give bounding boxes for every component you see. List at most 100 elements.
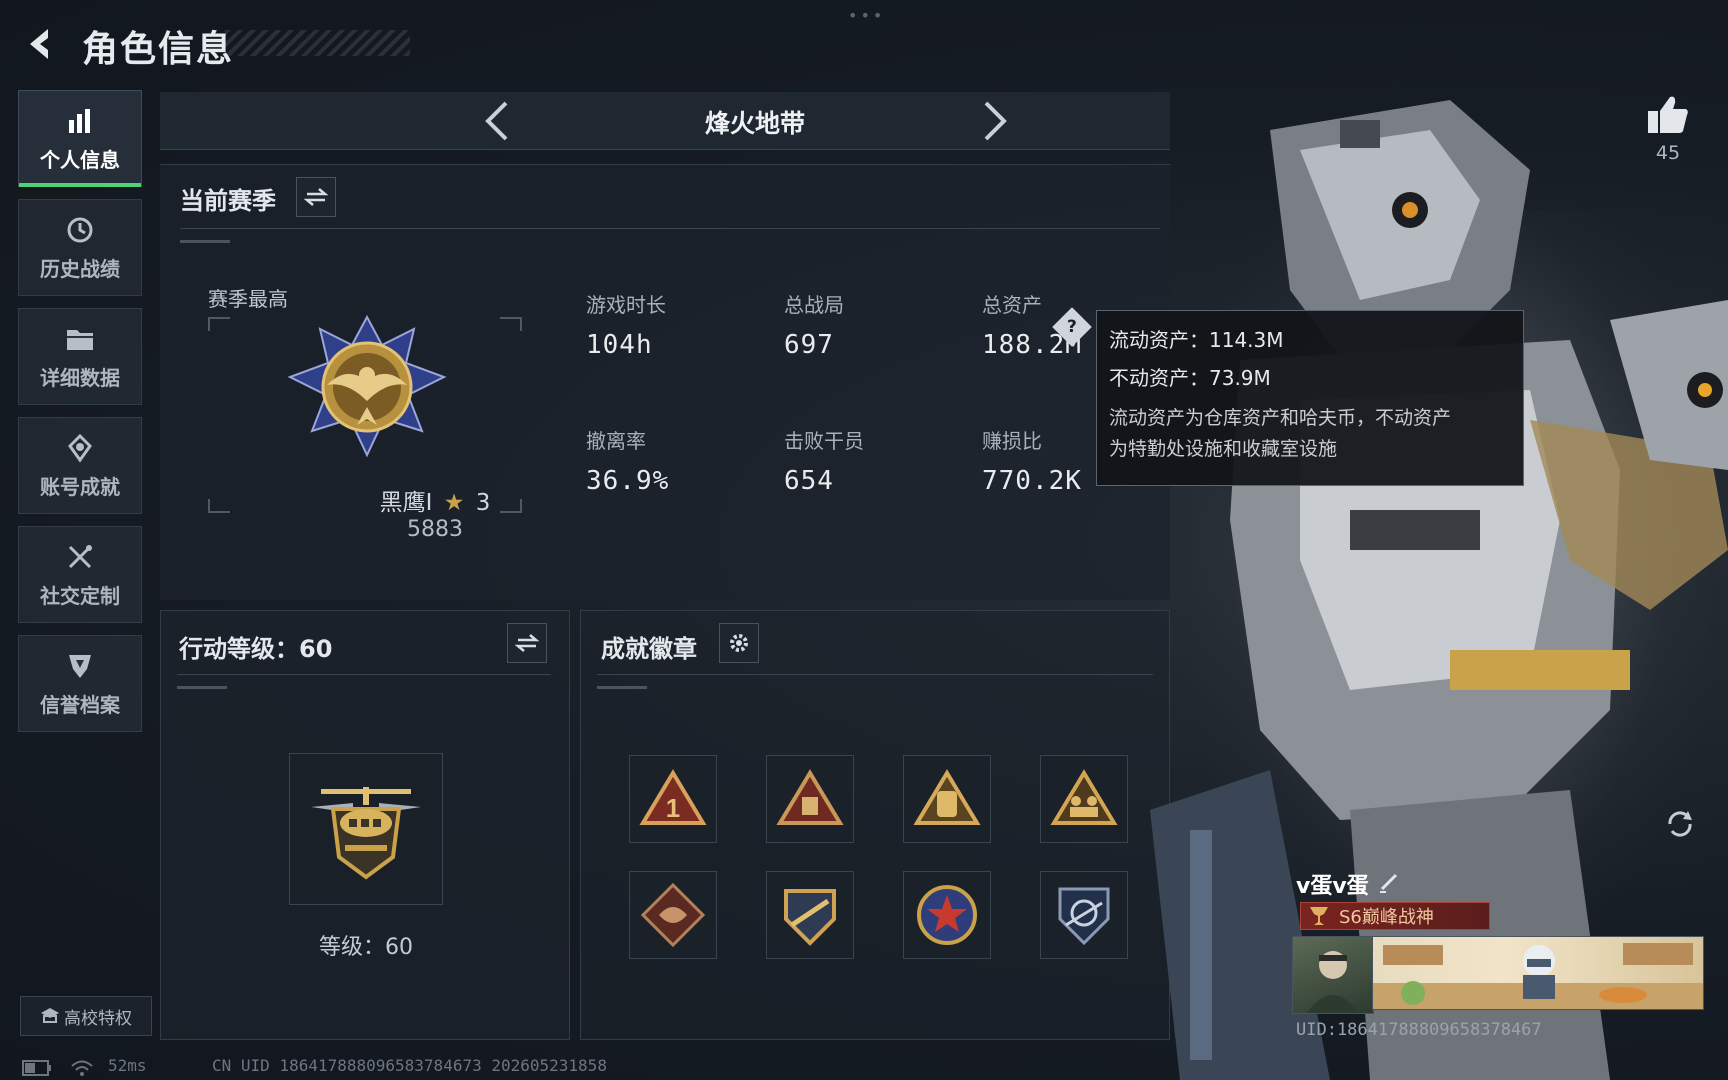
player-avatar[interactable] xyxy=(1292,936,1374,1014)
badge-slot-5[interactable] xyxy=(629,871,717,959)
badge-slot-2[interactable] xyxy=(766,755,854,843)
mode-prev-button[interactable] xyxy=(472,96,522,146)
sidebar-item-label: 信誉档案 xyxy=(40,693,120,717)
sidebar-item-label: 个人信息 xyxy=(40,148,120,172)
frame-corner xyxy=(500,317,522,331)
campus-privilege-button[interactable]: 高校特权 xyxy=(20,996,152,1036)
frame-corner xyxy=(208,499,230,513)
chevron-left-icon xyxy=(485,101,508,141)
action-level-panel: 行动等级：60 等级：60 xyxy=(160,610,570,1040)
sidebar-item-achievements[interactable]: 账号成就 xyxy=(18,417,142,514)
stat-value: 770.2K xyxy=(982,466,1082,496)
badge-slot-7[interactable] xyxy=(903,871,991,959)
achievement-icon xyxy=(63,431,97,465)
stat-value: 104h xyxy=(586,330,653,360)
divider-tick xyxy=(180,240,230,243)
sidebar-item-label: 账号成就 xyxy=(40,475,120,499)
stat-profit-loss-ratio: 赚损比 770.2K xyxy=(982,425,1082,496)
stat-label: 游戏时长 xyxy=(586,293,666,317)
like-button[interactable] xyxy=(1640,86,1696,142)
page-title: 角色信息 xyxy=(82,29,235,70)
season-panel: 当前赛季 赛季最高 黑鹰I ★ 3 5883 游戏时长 104h 总战局 697… xyxy=(160,164,1170,600)
school-icon xyxy=(41,1008,59,1023)
cn-uid-line: CN UID 186417888096583784673 20260523185… xyxy=(212,1056,607,1075)
thumbs-up-icon xyxy=(1648,96,1688,133)
player-uid: UID:18641788809658378467 xyxy=(1296,1020,1542,1040)
status-bar: 52ms CN UID 186417888096583784673 202605… xyxy=(0,1052,1728,1080)
header: 角色信息 ••• xyxy=(0,0,1728,90)
season-title: 当前赛季 xyxy=(180,187,276,215)
badge-slot-8[interactable] xyxy=(1040,871,1128,959)
badge-dragon-icon xyxy=(640,882,706,948)
sidebar-item-label: 历史战绩 xyxy=(40,257,120,281)
divider xyxy=(180,228,1160,229)
rank-points: 5883 xyxy=(407,517,463,542)
player-title-badge: S6巅峰战神 xyxy=(1300,902,1490,930)
badges-settings-button[interactable] xyxy=(719,623,759,663)
player-title-text: S6巅峰战神 xyxy=(1339,907,1434,928)
divider-tick xyxy=(177,686,227,689)
stat-total-matches: 总战局 697 xyxy=(784,289,844,360)
badge-triangle-bag-icon xyxy=(776,769,844,825)
badge-triangle-backpack-icon xyxy=(913,769,981,825)
title-decoration xyxy=(225,30,410,56)
achievement-badges-panel: 成就徽章 1 xyxy=(580,610,1170,1040)
tooltip-fixed-assets: 不动资产：73.9M xyxy=(1109,366,1271,390)
edit-name-button[interactable] xyxy=(1375,868,1403,896)
action-level-emblem-frame xyxy=(289,753,443,905)
svg-text:1: 1 xyxy=(666,793,680,823)
badge-slot-6[interactable] xyxy=(766,871,854,959)
badge-slot-3[interactable] xyxy=(903,755,991,843)
question-icon: ? xyxy=(1067,317,1077,337)
kitchen-scene-illustration xyxy=(1373,943,1703,1009)
sidebar-item-credit-record[interactable]: 信誉档案 xyxy=(18,635,142,732)
pencil-icon xyxy=(1380,873,1398,893)
sidebar-item-detail-data[interactable]: 详细数据 xyxy=(18,308,142,405)
sidebar: 个人信息 历史战绩 详细数据 账号成就 社交定制 信誉档案 xyxy=(18,90,144,744)
action-level-title: 行动等级：60 xyxy=(179,635,333,663)
badge-shield-rifle-icon xyxy=(784,889,836,946)
rank-name: 黑鹰I ★ 3 xyxy=(300,483,570,517)
sidebar-item-label: 社交定制 xyxy=(40,584,120,608)
divider xyxy=(597,674,1153,675)
stat-extract-rate: 撤离率 36.9% xyxy=(586,425,669,496)
sidebar-item-personal-info[interactable]: 个人信息 xyxy=(18,90,142,187)
stat-value: 697 xyxy=(784,330,834,360)
sidebar-item-social-custom[interactable]: 社交定制 xyxy=(18,526,142,623)
battery-icon xyxy=(22,1060,51,1076)
wifi-icon xyxy=(71,1060,93,1076)
mode-title: 烽火地带 xyxy=(704,109,805,138)
season-high-label: 赛季最高 xyxy=(208,287,288,311)
mode-next-button[interactable] xyxy=(970,96,1020,146)
divider xyxy=(177,674,551,675)
helicopter-emblem-icon xyxy=(311,787,421,880)
action-switch-button[interactable] xyxy=(507,623,547,663)
player-banner xyxy=(1372,936,1704,1010)
badges-title: 成就徽章 xyxy=(601,635,697,663)
badge-slot-1[interactable]: 1 xyxy=(629,755,717,843)
avatar-portrait xyxy=(1307,951,1359,1013)
switch-arrows-icon xyxy=(515,634,539,652)
season-switch-button[interactable] xyxy=(296,177,336,217)
rotate-model-button[interactable] xyxy=(1660,804,1700,844)
assets-tooltip: 流动资产：114.3M 不动资产：73.9M 流动资产为仓库资产和哈夫币，不动资… xyxy=(1096,310,1524,486)
sidebar-item-history[interactable]: 历史战绩 xyxy=(18,199,142,296)
gear-icon xyxy=(730,634,748,652)
rank-stars: 3 xyxy=(475,490,491,516)
character-model-area[interactable] xyxy=(1150,90,1728,1080)
trophy-icon xyxy=(1310,907,1328,925)
back-button[interactable] xyxy=(18,22,62,66)
player-name: v蛋v蛋 xyxy=(1296,874,1369,899)
action-level-text: 等级：60 xyxy=(319,935,413,960)
back-arrow-icon xyxy=(30,29,48,59)
badge-triangle-1-icon: 1 xyxy=(639,769,707,825)
history-clock-icon xyxy=(63,213,97,247)
stat-value: 654 xyxy=(784,466,834,496)
mode-selector: 烽火地带 xyxy=(160,92,1170,150)
frame-corner xyxy=(208,317,230,331)
stat-play-time: 游戏时长 104h xyxy=(586,289,666,360)
rotate-icon xyxy=(1668,811,1692,837)
badge-slot-4[interactable] xyxy=(1040,755,1128,843)
badge-shield-target-icon xyxy=(1058,887,1110,946)
stat-label: 赚损比 xyxy=(982,429,1042,453)
